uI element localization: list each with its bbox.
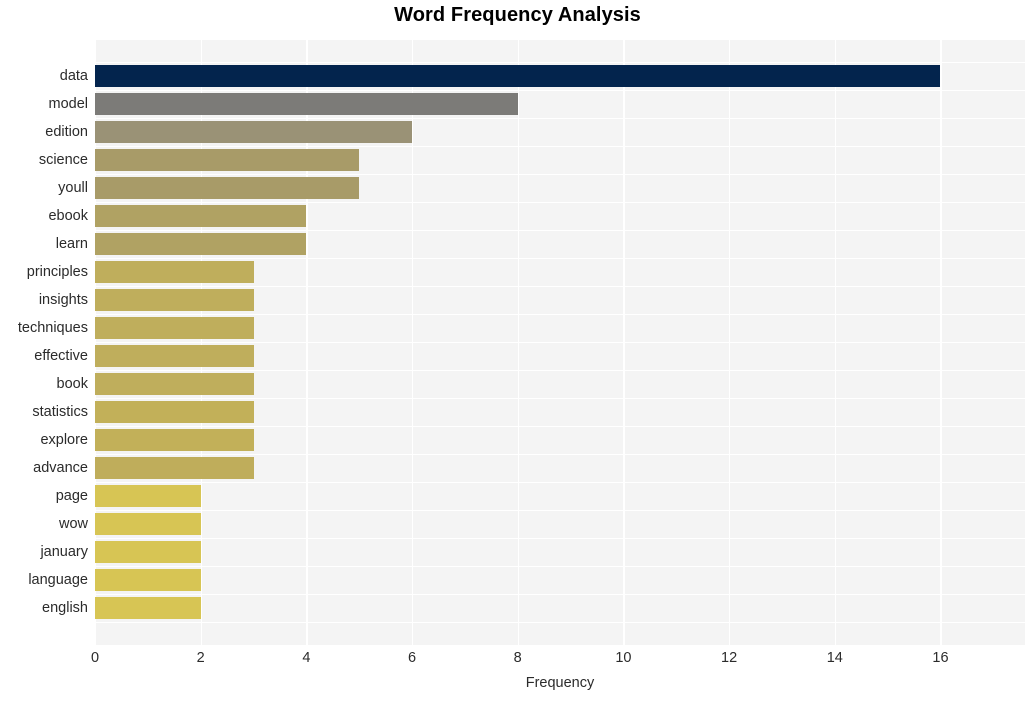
x-axis-tick-label: 8 [513, 650, 522, 666]
x-axis-tick-label: 12 [721, 650, 738, 666]
bar [95, 569, 201, 592]
gridline-horizontal [95, 594, 1025, 596]
y-axis-label: edition [45, 123, 88, 140]
gridline-horizontal [95, 453, 1025, 456]
bar [95, 372, 254, 395]
gridline-horizontal [95, 369, 1025, 372]
gridline-horizontal [95, 117, 1025, 120]
gridline-horizontal [95, 229, 1025, 232]
bar [95, 513, 201, 535]
gridline-horizontal [95, 285, 1025, 288]
x-axis-tick-label: 14 [826, 650, 843, 666]
y-axis-label: ebook [48, 207, 88, 224]
gridline-horizontal [95, 481, 1025, 484]
y-axis-label: book [56, 375, 88, 392]
gridline-horizontal [95, 257, 1025, 260]
y-axis-label: language [28, 572, 88, 589]
y-axis-label: youll [58, 179, 88, 196]
y-axis-label: advance [33, 459, 88, 476]
bar [95, 456, 254, 479]
bar [95, 120, 413, 143]
bar [95, 541, 201, 563]
y-axis-label: model [48, 95, 89, 112]
x-axis-tick-label: 0 [90, 650, 100, 666]
y-axis-label: data [59, 67, 88, 84]
x-axis-tick-label: 16 [932, 650, 949, 666]
gridline-horizontal [95, 173, 1025, 176]
gridline-horizontal [95, 61, 1025, 64]
bar [95, 260, 254, 283]
bar [95, 232, 307, 255]
gridline-horizontal [95, 201, 1025, 204]
y-axis-label: techniques [17, 319, 88, 336]
y-axis-label: january [40, 544, 88, 560]
chart-figure: Word Frequency Analysis data model edition… [0, 0, 1035, 701]
x-axis-tick-label: 4 [302, 650, 311, 666]
bar [95, 176, 360, 199]
bar [95, 204, 307, 227]
y-axis-label: english [42, 600, 88, 617]
bar [95, 92, 518, 115]
y-axis-label: wow [58, 516, 88, 532]
bar [95, 484, 201, 507]
bar [95, 400, 254, 423]
bar [95, 288, 254, 311]
y-axis-label: learn [55, 235, 88, 252]
gridline-horizontal [95, 566, 1025, 568]
bar [95, 64, 941, 87]
y-axis-label: statistics [32, 403, 88, 420]
bar [95, 344, 254, 367]
y-axis-label: insights [38, 291, 88, 308]
plot-area [95, 40, 1025, 645]
bar [95, 316, 254, 339]
gridline-horizontal [95, 397, 1025, 400]
chart-title: Word Frequency Analysis [394, 4, 641, 26]
bar [95, 428, 254, 451]
bar [95, 597, 201, 620]
y-axis-label: page [55, 487, 88, 504]
y-axis-tick-labels: data model edition science youll ebook learn pr… [0, 40, 88, 645]
gridline-horizontal [95, 341, 1025, 344]
x-axis-title: Frequency [525, 675, 595, 691]
x-axis-tick-labels: 0 2 4 6 8 10 12 14 16 [0, 650, 1035, 672]
x-axis-tick-label: 2 [196, 650, 205, 666]
gridline-horizontal [95, 538, 1025, 540]
x-axis-tick-label: 6 [407, 650, 417, 666]
bar [95, 148, 360, 171]
gridline-horizontal [95, 313, 1025, 316]
gridline-horizontal [95, 145, 1025, 148]
x-axis-tick-label: 10 [615, 650, 632, 666]
y-axis-label: principles [26, 263, 88, 280]
y-axis-label: effective [34, 347, 88, 364]
y-axis-label: science [38, 151, 88, 168]
gridline-horizontal [95, 509, 1025, 512]
gridline-horizontal [95, 425, 1025, 428]
gridline-horizontal [95, 89, 1025, 92]
y-axis-label: explore [40, 431, 88, 448]
gridline-horizontal [95, 622, 1025, 624]
